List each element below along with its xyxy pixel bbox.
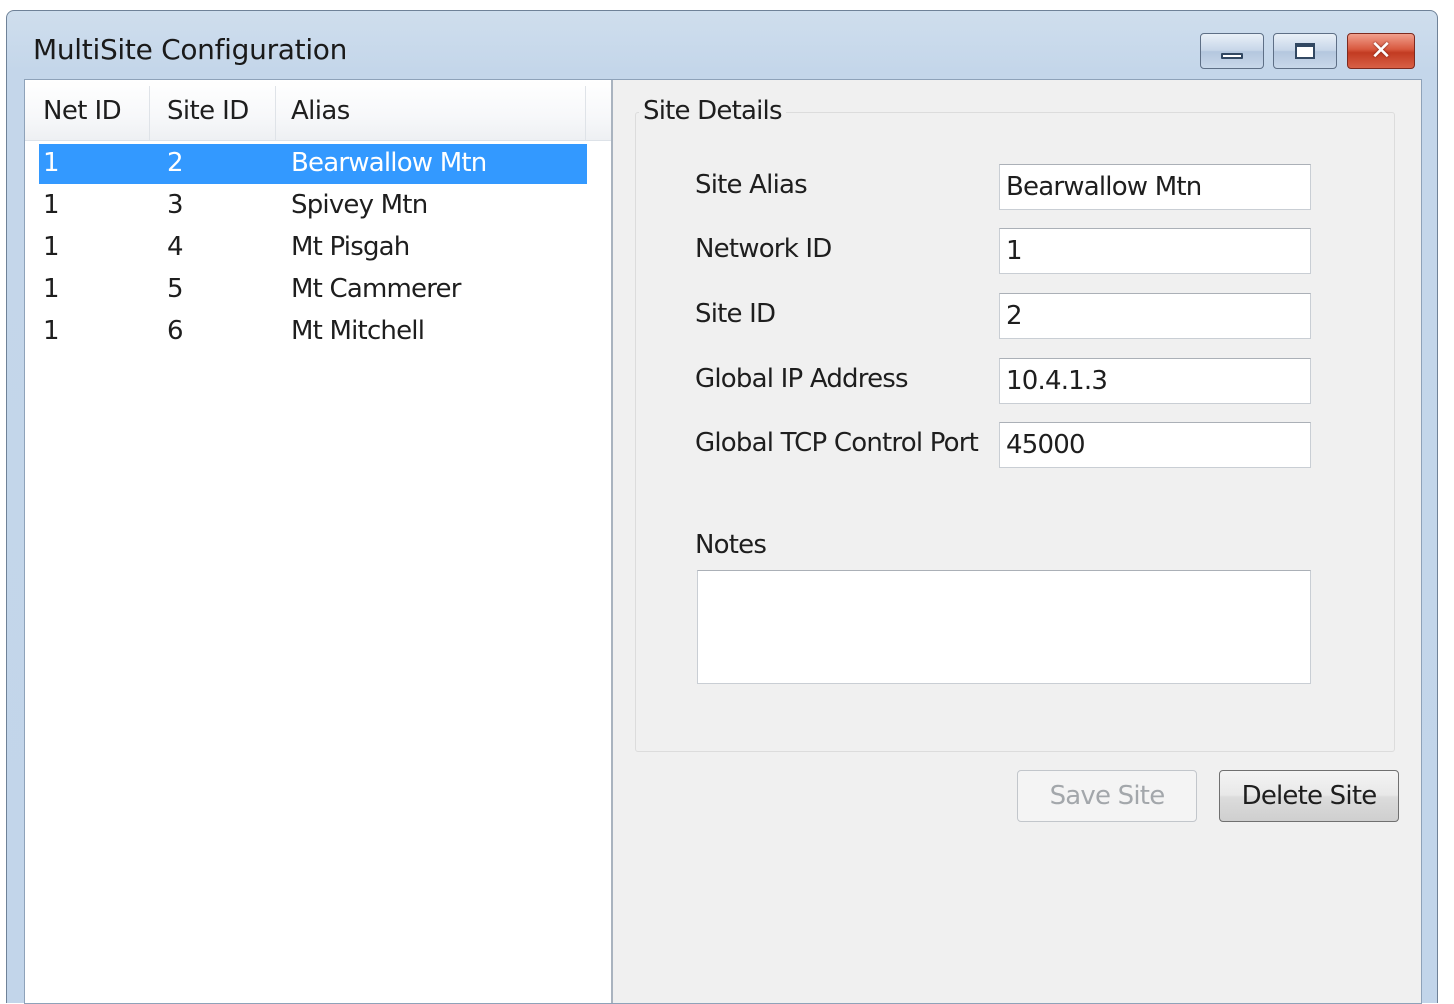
site-alias-field[interactable]: Bearwallow Mtn [999, 164, 1311, 210]
global-tcp-control-port-label: Global TCP Control Port [695, 428, 979, 458]
column-header-net-id[interactable]: Net ID [43, 80, 122, 140]
row-alias: Spivey Mtn [291, 190, 428, 220]
row-net-id: 1 [43, 190, 60, 220]
list-row[interactable]: 1 5 Mt Cammerer [39, 270, 587, 310]
list-header: Net ID Site ID Alias [25, 80, 611, 141]
column-divider[interactable] [149, 86, 150, 140]
close-icon: ✕ [1370, 36, 1392, 66]
row-net-id: 1 [43, 316, 60, 346]
site-id-field[interactable]: 2 [999, 293, 1311, 339]
window-client-area: Net ID Site ID Alias 1 2 Bearwallow Mtn … [24, 79, 1422, 1004]
site-id-label: Site ID [695, 299, 776, 329]
row-net-id: 1 [43, 232, 60, 262]
network-id-label: Network ID [695, 234, 832, 264]
row-site-id: 6 [167, 316, 184, 346]
list-row[interactable]: 1 4 Mt Pisgah [39, 228, 587, 268]
row-alias: Mt Pisgah [291, 232, 410, 262]
row-net-id: 1 [43, 274, 60, 304]
row-alias: Bearwallow Mtn [291, 148, 487, 178]
maximize-button[interactable] [1273, 33, 1337, 69]
column-divider[interactable] [275, 86, 276, 140]
delete-site-button[interactable]: Delete Site [1219, 770, 1399, 822]
row-site-id: 3 [167, 190, 184, 220]
column-divider[interactable] [585, 86, 586, 140]
notes-field[interactable] [697, 570, 1311, 684]
row-site-id: 4 [167, 232, 184, 262]
multisite-configuration-window: MultiSite Configuration ✕ Net ID Site ID… [6, 10, 1438, 1004]
site-list-view[interactable]: Net ID Site ID Alias 1 2 Bearwallow Mtn … [25, 80, 613, 1003]
window-title: MultiSite Configuration [33, 33, 348, 66]
notes-label: Notes [695, 530, 767, 560]
global-ip-address-label: Global IP Address [695, 364, 909, 394]
column-header-site-id[interactable]: Site ID [167, 80, 249, 140]
site-details-group-label: Site Details [639, 96, 786, 126]
site-alias-label: Site Alias [695, 170, 808, 200]
minimize-icon [1221, 53, 1243, 59]
list-row[interactable]: 1 3 Spivey Mtn [39, 186, 587, 226]
minimize-button[interactable] [1200, 33, 1264, 69]
row-alias: Mt Cammerer [291, 274, 461, 304]
network-id-field[interactable]: 1 [999, 228, 1311, 274]
maximize-icon [1295, 43, 1315, 59]
row-site-id: 5 [167, 274, 184, 304]
close-button[interactable]: ✕ [1347, 33, 1415, 69]
row-site-id: 2 [167, 148, 184, 178]
save-site-button[interactable]: Save Site [1017, 770, 1197, 822]
global-tcp-control-port-field[interactable]: 45000 [999, 422, 1311, 468]
row-alias: Mt Mitchell [291, 316, 425, 346]
global-ip-address-field[interactable]: 10.4.1.3 [999, 358, 1311, 404]
column-header-alias[interactable]: Alias [291, 80, 350, 140]
list-row-selected[interactable]: 1 2 Bearwallow Mtn [39, 144, 587, 184]
row-net-id: 1 [43, 148, 60, 178]
list-row[interactable]: 1 6 Mt Mitchell [39, 312, 587, 352]
